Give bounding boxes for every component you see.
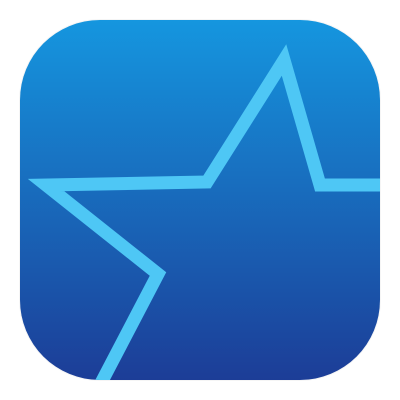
app-icon-graphic [20,20,380,380]
app-icon-canvas [0,0,400,400]
app-icon[interactable] [20,20,380,380]
